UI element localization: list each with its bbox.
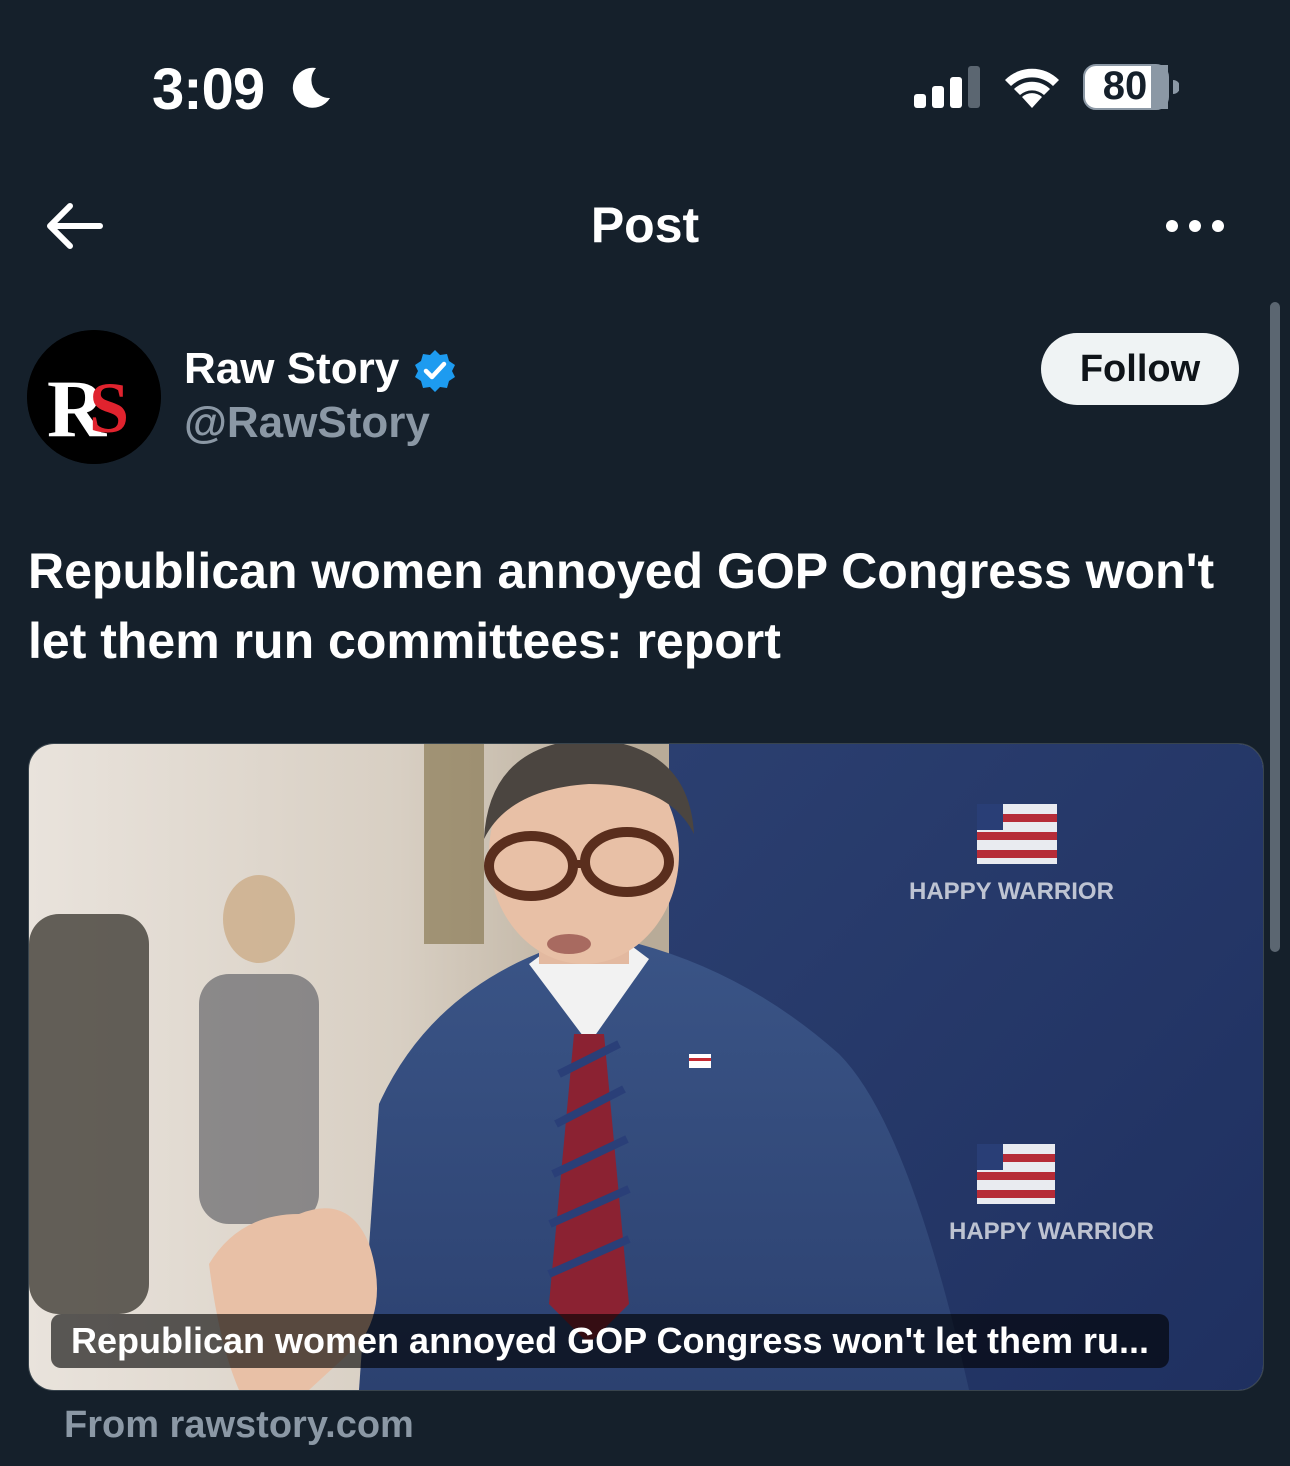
link-source[interactable]: From rawstory.com (64, 1404, 414, 1447)
svg-text:S: S (89, 368, 129, 448)
author-handle[interactable]: @RawStory (184, 398, 430, 448)
author-name[interactable]: Raw Story (184, 344, 399, 394)
backdrop-text-lower: HAPPY WARRIOR (949, 1218, 1154, 1245)
article-photo: HAPPY WARRIOR HAPPY WARRIOR (29, 744, 1263, 1390)
scrollbar[interactable] (1270, 302, 1280, 952)
follow-button[interactable]: Follow (1041, 333, 1239, 405)
backdrop-text: HAPPY WARRIOR (909, 878, 1114, 905)
link-card-caption: Republican women annoyed GOP Congress wo… (51, 1314, 1170, 1368)
status-bar: 3:09 80 (0, 0, 1290, 170)
verified-badge-icon (415, 350, 455, 392)
wifi-icon (1005, 68, 1059, 108)
post-text: Republican women annoyed GOP Congress wo… (28, 543, 1215, 669)
raw-story-logo-icon: R S (27, 330, 161, 464)
avatar[interactable]: R S (27, 330, 161, 464)
page-title: Post (590, 197, 700, 253)
cellular-signal-icon (914, 66, 980, 108)
moon-icon (292, 67, 330, 108)
status-time: 3:09 (152, 57, 265, 122)
nav-bar: Post (0, 170, 1290, 285)
battery-icon: 80 (1083, 62, 1179, 112)
battery-level: 80 (1102, 64, 1148, 108)
more-options-icon[interactable] (1160, 210, 1230, 242)
link-card[interactable]: HAPPY WARRIOR HAPPY WARRIOR Republican w… (28, 743, 1264, 1391)
